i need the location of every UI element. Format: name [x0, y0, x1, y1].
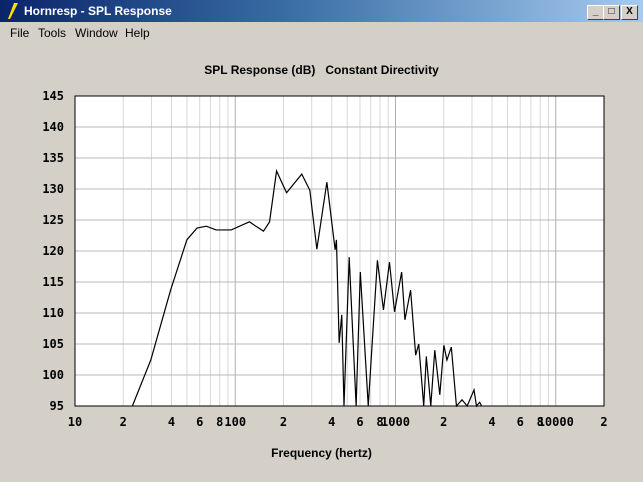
y-tick-label: 95 — [50, 399, 64, 413]
y-tick-label: 115 — [42, 275, 64, 289]
x-tick-label: 4 — [168, 415, 175, 429]
y-tick-label: 135 — [42, 151, 64, 165]
x-tick-label: 100 — [224, 415, 246, 429]
y-tick-label: 120 — [42, 244, 64, 258]
x-tick-label: 6 — [196, 415, 203, 429]
x-tick-label: 2 — [440, 415, 447, 429]
x-tick-label: 10000 — [538, 415, 574, 429]
x-tick-label: 6 — [356, 415, 363, 429]
x-tick-label: 10 — [68, 415, 82, 429]
x-tick-label: 6 — [517, 415, 524, 429]
y-tick-label: 125 — [42, 213, 64, 227]
x-tick-label: 2 — [600, 415, 607, 429]
x-tick-label: 1000 — [381, 415, 410, 429]
x-tick-label: 4 — [328, 415, 335, 429]
x-tick-label: 8 — [216, 415, 223, 429]
y-tick-label: 110 — [42, 306, 64, 320]
spl-chart: 1451401351301251201151101051009510 2 4 6 8 10… — [42, 89, 607, 429]
y-tick-label: 140 — [42, 120, 64, 134]
y-tick-label: 130 — [42, 182, 64, 196]
x-tick-label: 2 — [280, 415, 287, 429]
y-tick-label: 100 — [42, 368, 64, 382]
x-tick-label: 4 — [488, 415, 495, 429]
y-tick-label: 145 — [42, 89, 64, 103]
y-tick-label: 105 — [42, 337, 64, 351]
x-tick-label: 2 — [120, 415, 127, 429]
